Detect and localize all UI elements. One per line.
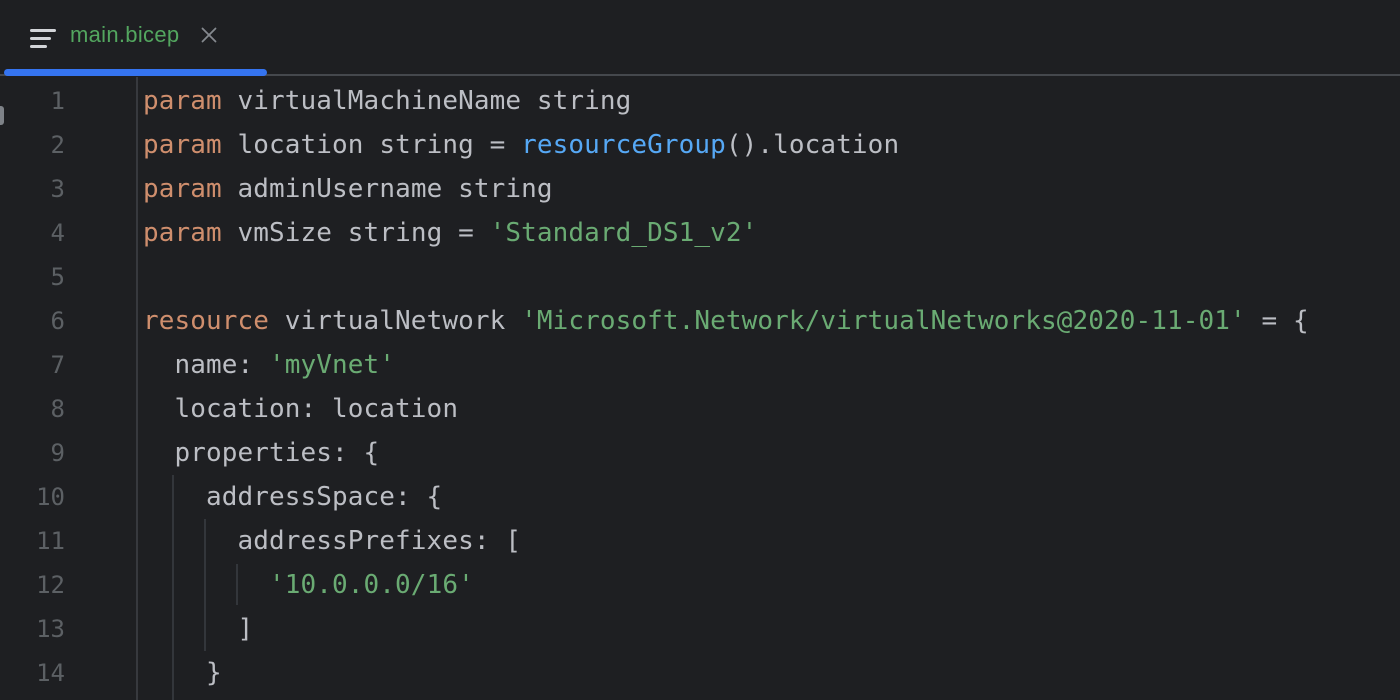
line-number[interactable]: 13 bbox=[0, 607, 65, 651]
line-number[interactable]: 14 bbox=[0, 651, 65, 695]
line-number[interactable]: 1 bbox=[0, 79, 65, 123]
line-number[interactable]: 4 bbox=[0, 211, 65, 255]
line-number[interactable]: 7 bbox=[0, 343, 65, 387]
line-number[interactable]: 9 bbox=[0, 431, 65, 475]
code-line[interactable]: 9 properties: { bbox=[0, 431, 1400, 475]
close-icon[interactable] bbox=[200, 26, 218, 44]
code-lines: 1 param virtualMachineName string 2 param l… bbox=[0, 79, 1400, 695]
code-text: param location string = resourceGroup().… bbox=[143, 123, 899, 167]
editor-tab-bar: main.bicep bbox=[0, 0, 1400, 77]
code-text: properties: { bbox=[143, 431, 379, 475]
code-text: resource virtualNetwork 'Microsoft.Netwo… bbox=[143, 299, 1309, 343]
code-line[interactable]: 14 } bbox=[0, 651, 1400, 695]
code-text: addressPrefixes: [ bbox=[143, 519, 521, 563]
tab-title: main.bicep bbox=[70, 22, 179, 48]
line-number[interactable]: 12 bbox=[0, 563, 65, 607]
active-tab-underline bbox=[4, 69, 267, 76]
code-text: } bbox=[143, 651, 222, 695]
ide-window: { "tab_bar": { "menu_icon": "hamburger-m… bbox=[0, 0, 1400, 700]
code-editor[interactable]: 1 param virtualMachineName string 2 param l… bbox=[0, 77, 1400, 700]
line-number[interactable]: 8 bbox=[0, 387, 65, 431]
code-text: location: location bbox=[143, 387, 458, 431]
code-text: param vmSize string = 'Standard_DS1_v2' bbox=[143, 211, 757, 255]
code-text: name: 'myVnet' bbox=[143, 343, 395, 387]
line-number[interactable]: 11 bbox=[0, 519, 65, 563]
line-number[interactable]: 3 bbox=[0, 167, 65, 211]
line-number[interactable]: 2 bbox=[0, 123, 65, 167]
code-line[interactable]: 7 name: 'myVnet' bbox=[0, 343, 1400, 387]
code-line[interactable]: 12 '10.0.0.0/16' bbox=[0, 563, 1400, 607]
code-line[interactable]: 13 ] bbox=[0, 607, 1400, 651]
line-number[interactable]: 5 bbox=[0, 255, 65, 299]
line-number[interactable]: 10 bbox=[0, 475, 65, 519]
code-text: param virtualMachineName string bbox=[143, 79, 631, 123]
code-line[interactable]: 3 param adminUsername string bbox=[0, 167, 1400, 211]
code-text: ] bbox=[143, 607, 253, 651]
indent-guide bbox=[172, 475, 174, 700]
hamburger-menu-icon[interactable] bbox=[30, 29, 58, 48]
code-line[interactable]: 11 addressPrefixes: [ bbox=[0, 519, 1400, 563]
code-line[interactable]: 5 bbox=[0, 255, 1400, 299]
code-line[interactable]: 2 param location string = resourceGroup()… bbox=[0, 123, 1400, 167]
line-number[interactable]: 6 bbox=[0, 299, 65, 343]
code-line[interactable]: 4 param vmSize string = 'Standard_DS1_v2' bbox=[0, 211, 1400, 255]
window-edge-artifact bbox=[0, 106, 4, 125]
code-line[interactable]: 10 addressSpace: { bbox=[0, 475, 1400, 519]
indent-guide bbox=[236, 564, 238, 605]
tab-main-bicep[interactable]: main.bicep bbox=[70, 0, 218, 70]
indent-guide bbox=[204, 519, 206, 651]
code-text: '10.0.0.0/16' bbox=[143, 563, 474, 607]
code-text: addressSpace: { bbox=[143, 475, 442, 519]
code-line[interactable]: 1 param virtualMachineName string bbox=[0, 79, 1400, 123]
code-line[interactable]: 6 resource virtualNetwork 'Microsoft.Netw… bbox=[0, 299, 1400, 343]
code-text: param adminUsername string bbox=[143, 167, 553, 211]
code-line[interactable]: 8 location: location bbox=[0, 387, 1400, 431]
